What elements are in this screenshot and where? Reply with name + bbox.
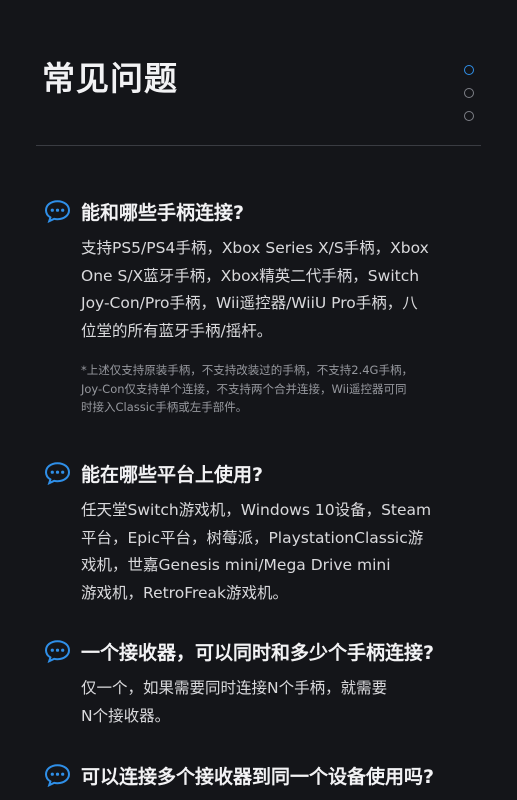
chat-bubble-icon xyxy=(44,764,71,787)
faq-footnote: *上述仅支持原装手柄，不支持改装过的手柄，不支持2.4G手柄， Joy-Con仅… xyxy=(81,361,486,417)
faq-question: 可以连接多个接收器到同一个设备使用吗? xyxy=(81,765,435,788)
faq-footnote-line: 时接入Classic手柄或左手部件。 xyxy=(81,400,248,414)
faq-item-multiple-receivers: 可以连接多个接收器到同一个设备使用吗? xyxy=(44,761,484,789)
chat-bubble-icon xyxy=(44,200,71,223)
page-indicator-dot-1[interactable] xyxy=(464,65,474,75)
faq-answer-line: 平台，Epic平台，树莓派，PlaystationClassic游 xyxy=(81,528,424,547)
page-indicator-dot-3[interactable] xyxy=(464,111,474,121)
faq-answer-line: Joy-Con/Pro手柄，Wii遥控器/WiiU Pro手柄，八 xyxy=(81,294,418,312)
faq-answer-line: 戏机，世嘉Genesis mini/Mega Drive mini xyxy=(81,556,391,574)
chat-bubble-icon xyxy=(44,462,71,485)
faq-answer-line: 仅一个，如果需要同时连接N个手柄，就需要 xyxy=(81,679,388,697)
faq-question: 能和哪些手柄连接? xyxy=(81,201,245,224)
faq-answer: 支持PS5/PS4手柄，Xbox Series X/S手柄，Xbox One S… xyxy=(81,235,481,345)
faq-footnote-line: Joy-Con仅支持单个连接，不支持两个合并连接，Wii遥控器可同 xyxy=(81,381,407,396)
faq-answer: 任天堂Switch游戏机，Windows 10设备，Steam 平台，Epic平… xyxy=(81,497,481,607)
faq-answer-line: N个接收器。 xyxy=(81,706,171,725)
chat-bubble-icon xyxy=(44,640,71,663)
faq-footnote-line: *上述仅支持原装手柄，不支持改装过的手柄，不支持2.4G手柄， xyxy=(81,363,413,377)
faq-answer-line: 位堂的所有蓝牙手柄/摇杆。 xyxy=(81,321,273,340)
page-title: 常见问题 xyxy=(42,59,178,98)
title-divider xyxy=(36,145,481,146)
page-indicator xyxy=(464,65,476,134)
faq-question-row: 可以连接多个接收器到同一个设备使用吗? xyxy=(44,761,484,789)
faq-item-receiver-capacity: 一个接收器，可以同时和多少个手柄连接? 仅一个，如果需要同时连接N个手柄，就需要… xyxy=(44,637,484,730)
faq-question: 能在哪些平台上使用? xyxy=(81,463,264,486)
faq-item-platforms: 能在哪些平台上使用? 任天堂Switch游戏机，Windows 10设备，Ste… xyxy=(44,459,484,607)
faq-question-row: 一个接收器，可以同时和多少个手柄连接? xyxy=(44,637,484,665)
page-indicator-dot-2[interactable] xyxy=(464,88,474,98)
faq-answer-line: One S/X蓝牙手柄，Xbox精英二代手柄，Switch xyxy=(81,266,420,285)
faq-answer-line: 任天堂Switch游戏机，Windows 10设备，Steam xyxy=(81,501,432,519)
faq-item-controllers: 能和哪些手柄连接? 支持PS5/PS4手柄，Xbox Series X/S手柄，… xyxy=(44,197,484,417)
faq-question: 一个接收器，可以同时和多少个手柄连接? xyxy=(81,641,435,664)
faq-answer-line: 游戏机，RetroFreak游戏机。 xyxy=(81,583,289,602)
faq-answer-line: 支持PS5/PS4手柄，Xbox Series X/S手柄，Xbox xyxy=(81,239,429,257)
faq-question-row: 能和哪些手柄连接? xyxy=(44,197,484,225)
faq-question-row: 能在哪些平台上使用? xyxy=(44,459,484,487)
faq-answer: 仅一个，如果需要同时连接N个手柄，就需要 N个接收器。 xyxy=(81,675,481,730)
